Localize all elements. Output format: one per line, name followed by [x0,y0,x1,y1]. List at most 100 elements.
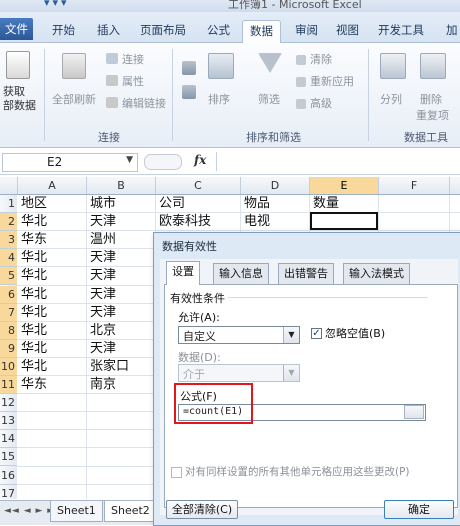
cell-a6[interactable]: 华北 [18,286,47,304]
cell-c1[interactable]: 公司 [156,195,185,213]
tab-error-alert[interactable]: 出错警告 [278,263,334,284]
reapply-icon [296,77,306,87]
row-header[interactable]: 7 [0,303,17,322]
row-header[interactable]: 10 [0,357,17,376]
cell-a4[interactable]: 华北 [18,249,47,267]
sort-ascending-icon[interactable] [182,61,196,75]
chevron-down-icon[interactable]: ▼ [126,155,133,165]
column-header[interactable]: D [241,177,310,194]
column-header-selected[interactable]: E [310,177,379,194]
tab-file[interactable]: 文件 [0,18,33,40]
sort-descending-icon[interactable] [182,85,196,99]
cell-a5[interactable]: 华北 [18,267,47,285]
cell-b4[interactable]: 天津 [87,249,116,267]
clear-filter-button[interactable]: 清除 [310,51,332,67]
reapply-button[interactable]: 重新应用 [310,73,354,89]
allow-dropdown[interactable]: 自定义 ▼ [178,326,300,344]
cell-b1[interactable]: 城市 [87,195,116,213]
row-header[interactable]: 8 [0,321,17,340]
tab-addins[interactable]: 加 [446,20,458,40]
column-header[interactable]: B [87,177,156,194]
ignore-blank-checkbox[interactable]: ✓ [311,328,322,339]
cell-a10[interactable]: 华北 [18,358,47,376]
column-header[interactable]: C [156,177,241,194]
formula-input[interactable] [216,152,460,171]
cell-d1[interactable]: 物品 [241,195,270,213]
insert-function-icon[interactable]: fx [194,153,206,167]
tab-home[interactable]: 开始 [52,20,75,40]
cell-b11[interactable]: 南京 [87,376,116,394]
properties-button[interactable]: 属性 [122,73,144,89]
row-header[interactable]: 5 [0,267,17,286]
sheet-tab-active[interactable]: Sheet2 [104,501,157,522]
cell-a2[interactable]: 华北 [18,213,47,231]
cell-a11[interactable]: 华东 [18,376,47,394]
cell-b2[interactable]: 天津 [87,213,116,231]
tab-view[interactable]: 视图 [336,20,359,40]
remove-duplicates-button[interactable]: 删除 [420,91,442,107]
active-cell-cursor[interactable] [310,212,378,230]
row-header[interactable]: 2 [0,213,17,232]
row-header[interactable]: 13 [0,412,17,431]
tab-ime-mode[interactable]: 输入法模式 [343,263,410,284]
cell-b5[interactable]: 天津 [87,267,116,285]
text-to-columns-button[interactable]: 分列 [380,91,402,107]
cell-b7[interactable]: 天津 [87,304,116,322]
row-header[interactable]: 12 [0,394,17,413]
row-header[interactable]: 1 [0,195,17,213]
row-header[interactable]: 14 [0,430,17,449]
cell-d2[interactable]: 电视 [241,213,270,231]
cell-b6[interactable]: 天津 [87,286,116,304]
cell-c2[interactable]: 欧泰科技 [156,213,211,231]
tab-developer[interactable]: 开发工具 [378,20,424,40]
apply-all-checkbox[interactable] [171,467,182,478]
ribbon-body: 获取 部数据 全部刷新 连接 属性 编辑链接 连接 排序 筛选 清除 重新应用 … [0,43,460,148]
tab-formulas[interactable]: 公式 [207,20,230,40]
connections-icon [106,53,118,64]
row-header[interactable]: 16 [0,467,17,485]
tab-page-layout[interactable]: 页面布局 [140,20,186,40]
tab-insert[interactable]: 插入 [97,20,120,40]
cell-a3[interactable]: 华东 [18,231,47,249]
refresh-all-button[interactable]: 全部刷新 [52,91,96,107]
cell-a1[interactable]: 地区 [18,195,47,213]
properties-icon [106,75,118,86]
row-header[interactable]: 6 [0,285,17,304]
cell-b8[interactable]: 北京 [87,322,116,340]
cell-a7[interactable]: 华北 [18,304,47,322]
row-header[interactable]: 4 [0,249,17,268]
select-all-corner[interactable] [0,177,18,194]
column-header[interactable]: F [379,177,450,194]
chevron-down-icon: ▼ [283,365,299,381]
chevron-down-icon[interactable]: ▼ [283,327,299,343]
get-external-data-button[interactable]: 获取 部数据 [3,85,36,113]
clear-all-button[interactable]: 全部清除(C) [166,500,238,519]
filter-button[interactable]: 筛选 [258,91,280,107]
cell-e1[interactable]: 数量 [310,195,339,213]
column-header[interactable]: A [18,177,87,194]
connections-button[interactable]: 连接 [122,51,144,67]
row-header[interactable]: 11 [0,376,17,394]
ok-button[interactable]: 确定 [384,500,454,519]
tab-data[interactable]: 数据 [242,20,281,44]
row-header[interactable]: 3 [0,231,17,250]
edit-links-button[interactable]: 编辑链接 [122,95,166,111]
quick-access-toolbar[interactable]: ▾▾▾ [44,0,70,9]
cell-a9[interactable]: 华北 [18,340,47,358]
tab-input-message[interactable]: 输入信息 [213,263,269,284]
cell-a8[interactable]: 华北 [18,322,47,340]
row-header[interactable]: 15 [0,448,17,467]
advanced-filter-button[interactable]: 高级 [310,95,332,111]
dialog-title: 数据有效性 [162,240,217,253]
range-select-icon[interactable] [404,405,424,419]
sheet-tab[interactable]: Sheet1 [50,501,103,522]
formula-bar-resize-handle[interactable] [144,154,182,170]
name-box[interactable]: E2 ▼ [2,153,138,172]
cell-b10[interactable]: 张家口 [87,358,129,376]
tab-settings[interactable]: 设置 [166,261,200,285]
cell-b9[interactable]: 天津 [87,340,116,358]
row-header[interactable]: 9 [0,339,17,358]
sort-button[interactable]: 排序 [208,91,230,107]
tab-review[interactable]: 审阅 [295,20,318,40]
cell-b3[interactable]: 温州 [87,231,116,249]
